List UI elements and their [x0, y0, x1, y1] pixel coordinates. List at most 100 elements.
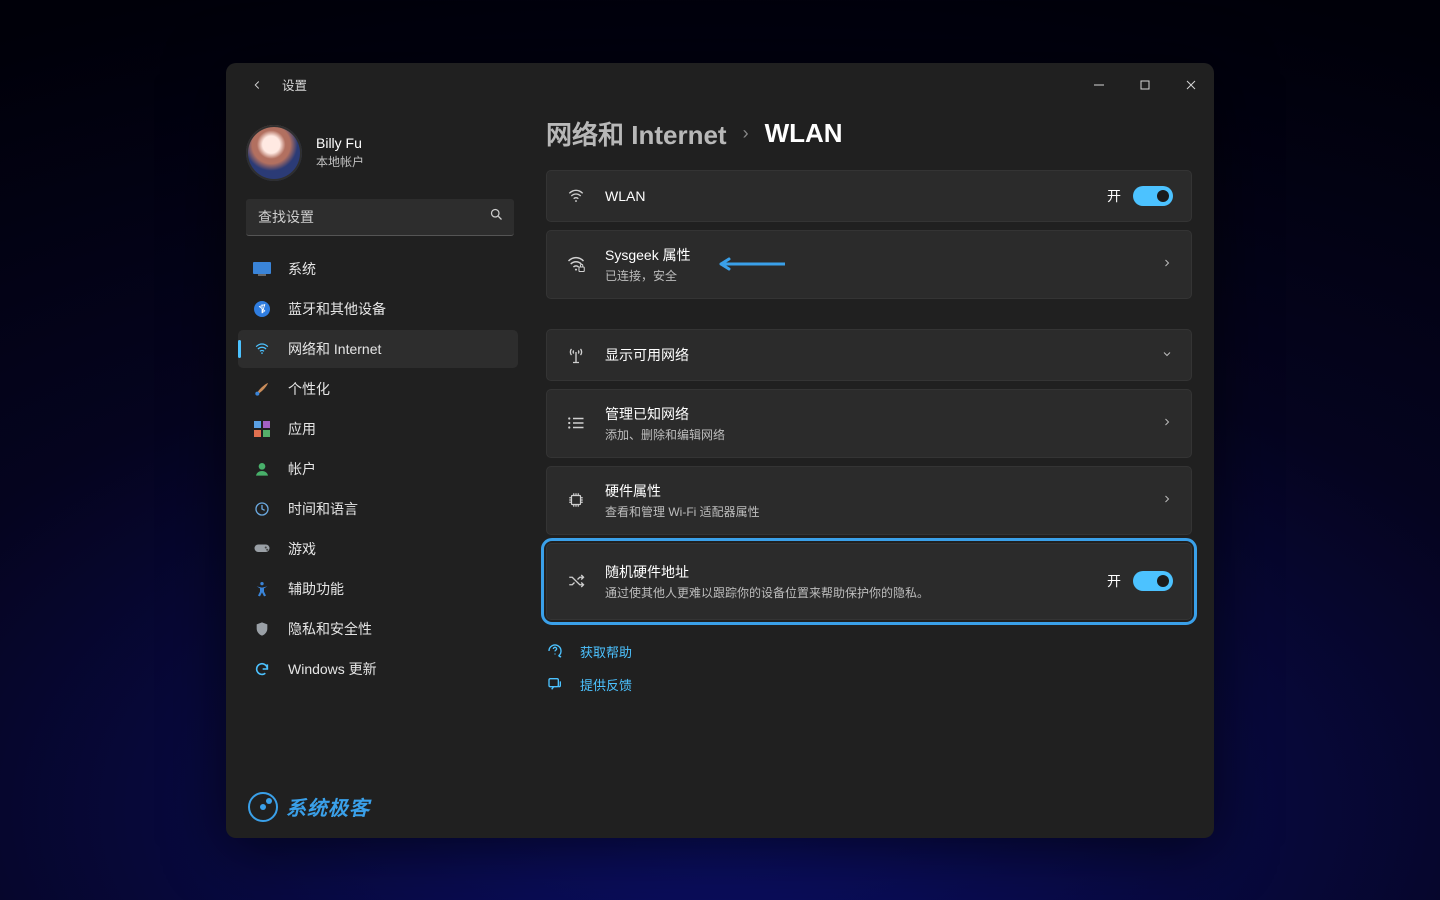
sidebar-item-label: 帐户 [288, 459, 316, 479]
arrow-left-icon [250, 78, 264, 92]
get-help-link[interactable]: 获取帮助 [546, 642, 1192, 661]
sidebar-item-label: 时间和语言 [288, 499, 358, 519]
titlebar: 设置 [226, 63, 1214, 107]
sidebar-item-network[interactable]: 网络和 Internet [238, 330, 518, 368]
card-title: 硬件属性 [605, 481, 760, 501]
list-icon [565, 412, 587, 434]
wifi-icon [565, 185, 587, 207]
sidebar-item-label: 网络和 Internet [288, 339, 381, 359]
known-networks-card[interactable]: 管理已知网络 添加、删除和编辑网络 [546, 389, 1192, 458]
settings-window: 设置 Billy Fu 本地帐户 [226, 63, 1214, 838]
user-name: Billy Fu [316, 135, 364, 151]
sidebar-item-label: 个性化 [288, 379, 330, 399]
chevron-right-icon [1161, 415, 1173, 431]
link-label: 提供反馈 [580, 675, 632, 694]
clock-globe-icon [252, 499, 272, 519]
user-text: Billy Fu 本地帐户 [316, 135, 364, 170]
system-icon [252, 259, 272, 279]
person-icon [252, 459, 272, 479]
card-subtitle: 已连接，安全 [605, 267, 691, 284]
wifi-secure-icon [565, 253, 587, 275]
toggle-state-label: 开 [1107, 186, 1121, 206]
sidebar-item-privacy[interactable]: 隐私和安全性 [238, 610, 518, 648]
chevron-down-icon [1161, 347, 1173, 363]
shuffle-icon [565, 570, 587, 592]
hardware-properties-card[interactable]: 硬件属性 查看和管理 Wi-Fi 适配器属性 [546, 466, 1192, 535]
card-title: 管理已知网络 [605, 404, 725, 424]
gamepad-icon [252, 539, 272, 559]
bluetooth-icon [252, 299, 272, 319]
link-label: 获取帮助 [580, 642, 632, 661]
brush-icon [252, 379, 272, 399]
close-button[interactable] [1168, 63, 1214, 107]
minimize-button[interactable] [1076, 63, 1122, 107]
chip-icon [565, 489, 587, 511]
chevron-right-icon [1161, 492, 1173, 508]
toggle-state-label: 开 [1107, 571, 1121, 591]
breadcrumb-parent[interactable]: 网络和 Internet [546, 115, 727, 152]
nav-list: 系统 蓝牙和其他设备 网络和 Internet 个性化 [238, 250, 522, 688]
sidebar-item-label: 游戏 [288, 539, 316, 559]
back-button[interactable] [244, 72, 270, 98]
sidebar: Billy Fu 本地帐户 系统 [238, 107, 522, 826]
sidebar-item-label: 系统 [288, 259, 316, 279]
sidebar-item-label: 应用 [288, 419, 316, 439]
minimize-icon [1094, 80, 1104, 90]
sidebar-item-label: Windows 更新 [288, 659, 377, 679]
search-input[interactable] [256, 208, 489, 226]
sidebar-item-accounts[interactable]: 帐户 [238, 450, 518, 488]
accessibility-icon [252, 579, 272, 599]
breadcrumb: 网络和 Internet › WLAN [546, 115, 1192, 152]
annotation-arrow-icon [715, 257, 785, 271]
footer-links: 获取帮助 提供反馈 [546, 642, 1192, 694]
sidebar-item-windows-update[interactable]: Windows 更新 [238, 650, 518, 688]
update-icon [252, 659, 272, 679]
shield-icon [252, 619, 272, 639]
feedback-icon [546, 675, 564, 693]
window-title: 设置 [282, 75, 307, 94]
wlan-toggle-card: WLAN 开 [546, 170, 1192, 222]
window-controls [1076, 63, 1214, 107]
window-body: Billy Fu 本地帐户 系统 [226, 107, 1214, 838]
sidebar-item-time-language[interactable]: 时间和语言 [238, 490, 518, 528]
current-network-card[interactable]: Sysgeek 属性 已连接，安全 [546, 230, 1192, 299]
card-subtitle: 添加、删除和编辑网络 [605, 426, 725, 443]
sidebar-item-personalization[interactable]: 个性化 [238, 370, 518, 408]
watermark-logo-icon [248, 792, 278, 822]
random-mac-toggle[interactable] [1133, 571, 1173, 591]
page-title: WLAN [765, 118, 843, 149]
settings-card-list: WLAN 开 Sysgeek 属性 已连接，安全 [546, 170, 1192, 620]
card-title: 随机硬件地址 [605, 562, 929, 582]
sidebar-item-apps[interactable]: 应用 [238, 410, 518, 448]
maximize-button[interactable] [1122, 63, 1168, 107]
sidebar-item-label: 辅助功能 [288, 579, 344, 599]
available-networks-card[interactable]: 显示可用网络 [546, 329, 1192, 381]
user-profile[interactable]: Billy Fu 本地帐户 [238, 119, 522, 199]
sidebar-item-bluetooth[interactable]: 蓝牙和其他设备 [238, 290, 518, 328]
card-title: Sysgeek 属性 [605, 245, 691, 265]
give-feedback-link[interactable]: 提供反馈 [546, 675, 1192, 694]
card-title: 显示可用网络 [605, 345, 689, 365]
close-icon [1186, 80, 1196, 90]
account-type: 本地帐户 [316, 153, 364, 170]
sidebar-item-label: 隐私和安全性 [288, 619, 372, 639]
maximize-icon [1140, 80, 1150, 90]
card-subtitle: 查看和管理 Wi-Fi 适配器属性 [605, 503, 760, 520]
desktop-background: 设置 Billy Fu 本地帐户 [0, 0, 1440, 900]
wlan-toggle[interactable] [1133, 186, 1173, 206]
avatar [246, 125, 302, 181]
watermark: 系统极客 [248, 792, 370, 822]
search-box[interactable] [246, 199, 514, 236]
card-subtitle: 通过使其他人更难以跟踪你的设备位置来帮助保护你的隐私。 [605, 584, 929, 601]
search-icon [489, 207, 504, 227]
sidebar-item-system[interactable]: 系统 [238, 250, 518, 288]
chevron-right-icon [1161, 256, 1173, 272]
watermark-text: 系统极客 [286, 792, 370, 821]
sidebar-item-accessibility[interactable]: 辅助功能 [238, 570, 518, 608]
sidebar-item-gaming[interactable]: 游戏 [238, 530, 518, 568]
sidebar-item-label: 蓝牙和其他设备 [288, 299, 386, 319]
help-icon [546, 642, 564, 660]
chevron-right-icon: › [743, 123, 749, 144]
highlighted-setting: 随机硬件地址 通过使其他人更难以跟踪你的设备位置来帮助保护你的隐私。 开 [546, 543, 1192, 620]
card-title: WLAN [605, 188, 645, 204]
